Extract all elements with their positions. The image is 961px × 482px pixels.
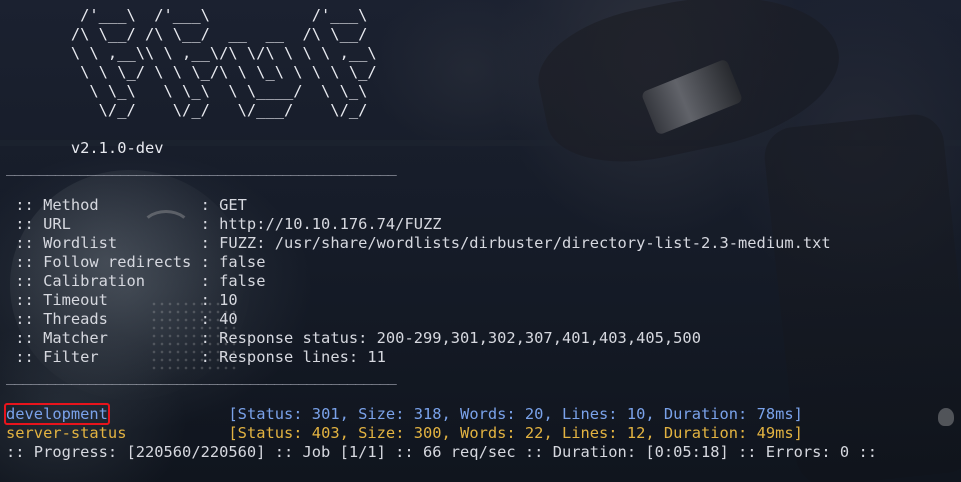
version-label: v2.1.0-dev <box>6 139 164 157</box>
banner-line: \/_/ \/_/ \/___/ \/_/ <box>6 101 368 119</box>
progress-line: :: Progress: [220560/220560] :: Job [1/1… <box>6 443 877 461</box>
result-path-development[interactable]: development <box>4 403 110 425</box>
config-row-url: :: URL : http://10.10.176.74/FUZZ <box>6 215 877 234</box>
config-value: : false <box>200 272 266 290</box>
results-list: development [Status: 301, Size: 318, Wor… <box>4 403 877 443</box>
config-key: :: Follow redirects <box>6 253 201 271</box>
result-row[interactable]: server-status [Status: 403, Size: 300, W… <box>6 424 877 443</box>
ffuf-banner: /'___\ /'___\ /'___\ /\ \__/ /\ \__/ __ … <box>6 6 877 158</box>
config-list: :: Method : GET :: URL : http://10.10.17… <box>6 196 877 367</box>
config-value: : GET <box>200 196 247 214</box>
separator-bottom: ________________________________________… <box>6 367 397 385</box>
config-row-calibration: :: Calibration : false <box>6 272 877 291</box>
config-row-method: :: Method : GET <box>6 196 877 215</box>
config-row-matcher: :: Matcher : Response status: 200-299,30… <box>6 329 877 348</box>
wallpaper-skull-icon <box>938 408 954 426</box>
banner-line: /\ \__/ /\ \__/ __ __ /\ \__/ <box>6 25 368 43</box>
config-row-follow-redirects: :: Follow redirects : false <box>6 253 877 272</box>
result-padding <box>108 405 228 423</box>
config-value: : FUZZ: /usr/share/wordlists/dirbuster/d… <box>200 234 831 252</box>
banner-line: \ \ \_/ \ \ \_/\ \ \_\ \ \ \ \_/ <box>6 63 377 81</box>
config-key: :: Calibration <box>6 272 201 290</box>
config-key: :: Wordlist <box>6 234 201 252</box>
config-value: : Response lines: 11 <box>200 348 386 366</box>
config-value: : Response status: 200-299,301,302,307,4… <box>200 329 701 347</box>
banner-line: \ \ ,__\\ \ ,__\/\ \/\ \ \ \ ,__\ <box>6 44 377 62</box>
config-row-filter: :: Filter : Response lines: 11 <box>6 348 877 367</box>
config-value: : http://10.10.176.74/FUZZ <box>200 215 442 233</box>
config-key: :: Threads <box>6 310 201 328</box>
config-key: :: URL <box>6 215 201 233</box>
result-info: [Status: 301, Size: 318, Words: 20, Line… <box>228 405 803 423</box>
config-value: : false <box>200 253 266 271</box>
config-row-timeout: :: Timeout : 10 <box>6 291 877 310</box>
banner-line: /'___\ /'___\ /'___\ <box>6 6 368 24</box>
result-path-server-status[interactable]: server-status <box>6 424 126 442</box>
config-row-threads: :: Threads : 40 <box>6 310 877 329</box>
config-value: : 10 <box>200 291 238 309</box>
config-value: : 40 <box>200 310 238 328</box>
result-padding <box>126 424 228 442</box>
result-info: [Status: 403, Size: 300, Words: 22, Line… <box>228 424 803 442</box>
config-key: :: Method <box>6 196 201 214</box>
result-row[interactable]: development [Status: 301, Size: 318, Wor… <box>4 403 877 425</box>
terminal-window[interactable]: /'___\ /'___\ /'___\ /\ \__/ /\ \__/ __ … <box>0 0 961 482</box>
config-key: :: Timeout <box>6 291 201 309</box>
config-key: :: Matcher <box>6 329 201 347</box>
config-row-wordlist: :: Wordlist : FUZZ: /usr/share/wordlists… <box>6 234 877 253</box>
banner-line: \ \_\ \ \_\ \ \____/ \ \_\ <box>6 82 368 100</box>
config-key: :: Filter <box>6 348 201 366</box>
separator-top: ________________________________________… <box>6 158 397 176</box>
terminal-output[interactable]: /'___\ /'___\ /'___\ /\ \__/ /\ \__/ __ … <box>4 6 877 462</box>
